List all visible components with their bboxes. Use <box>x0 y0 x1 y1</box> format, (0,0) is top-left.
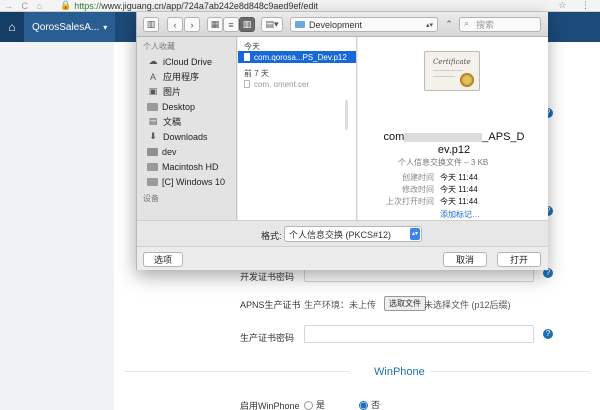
lock-icon: 🔒 <box>60 0 72 10</box>
back-icon[interactable]: ‹ <box>167 17 183 32</box>
disk-icon <box>147 177 158 186</box>
browser-url-bar: → C ⌂ 🔒 https://www.jiguang.cn/app/724a7… <box>0 0 600 12</box>
file-list-column: 今天 com.qorosa...PS_Dev.p12 前 7 天 com. om… <box>238 37 357 220</box>
prod-cert-password-input[interactable] <box>304 325 534 343</box>
sidebar-item-icloud[interactable]: ☁ iCloud Drive <box>137 54 236 69</box>
sidebar-item-dev[interactable]: dev <box>137 144 236 159</box>
search-field[interactable]: ⌕ 搜索 <box>459 17 541 32</box>
sidebar-item-desktop[interactable]: Desktop <box>137 99 236 114</box>
home-icon[interactable]: ⌂ <box>0 12 24 42</box>
file-preview: Certificate com _APS_D ev.p12 个人信息交换文件 – … <box>358 37 548 220</box>
sidebar-item-downloads[interactable]: ⬇ Downloads <box>137 129 236 144</box>
forward-icon[interactable]: › <box>184 17 200 32</box>
format-bar: 格式: 个人信息交换 (PKCS#12) ▴▾ <box>137 220 548 246</box>
open-button[interactable]: 打开 <box>497 252 541 267</box>
chevron-updown-icon: ▴▾ <box>410 228 420 240</box>
week-header: 前 7 天 <box>244 69 269 78</box>
radio-no[interactable]: 否 <box>359 398 380 410</box>
radio-off-icon <box>304 401 313 410</box>
browser-nav-buttons[interactable]: → C ⌂ <box>0 1 60 11</box>
prod-cert-password-label: 生产证书密码 <box>240 333 295 343</box>
dialog-toolbar: ▥ ‹ › ▦ ≡ ▥ ▤▾ Development ▴▾ ⌃ ⌕ 搜索 <box>137 12 548 37</box>
file-icon <box>244 53 250 61</box>
today-header: 今天 <box>244 42 260 51</box>
sidebar-item-macintosh-hd[interactable]: Macintosh HD <box>137 159 236 174</box>
sidebar-item-windows[interactable]: [C] Windows 10 <box>137 174 236 189</box>
chevron-updown-icon: ▴▾ <box>425 21 433 29</box>
list-view-icon[interactable]: ≡ <box>223 17 239 32</box>
url-text[interactable]: https://www.jiguang.cn/app/724a7ab242e8d… <box>74 1 318 11</box>
search-icon: ⌕ <box>464 18 470 28</box>
sidebar-toggle-icon[interactable]: ▥ <box>143 17 159 32</box>
prod-cert-label: APNS生产证书 <box>240 300 301 310</box>
folder-icon <box>147 147 158 156</box>
sidebar-item-pictures[interactable]: ▣ 图片 <box>137 84 236 99</box>
help-icon[interactable]: ? <box>543 329 553 339</box>
certificate-icon: Certificate <box>424 51 480 91</box>
sidebar-item-applications[interactable]: A 应用程序 <box>137 69 236 84</box>
divider <box>124 371 350 372</box>
opened-row: 上次打开时间 今天 11:44 <box>386 197 478 206</box>
choose-file-button[interactable]: 选取文件 <box>384 296 426 311</box>
column-view-icon[interactable]: ▥ <box>239 17 255 32</box>
preview-filename: com _APS_D ev.p12 <box>383 131 525 156</box>
redaction <box>404 132 483 142</box>
disk-icon <box>147 162 158 171</box>
app-name: QorosSalesA... <box>32 21 100 33</box>
pictures-icon: ▣ <box>148 86 158 96</box>
radio-yes[interactable]: 是 <box>304 398 325 410</box>
applications-icon: A <box>149 71 156 82</box>
arrange-icon[interactable]: ▤▾ <box>261 17 283 32</box>
dev-cert-password-label: 开发证书密码 <box>240 272 295 282</box>
left-rail <box>0 42 114 410</box>
options-button[interactable]: 选项 <box>143 252 183 267</box>
path-popup[interactable]: Development ▴▾ <box>290 17 438 32</box>
radio-on-icon <box>359 401 368 410</box>
expand-icon[interactable]: ⌃ <box>442 17 456 32</box>
scrollbar[interactable] <box>345 100 348 130</box>
chevron-down-icon: ▾ <box>103 22 108 32</box>
file-row-selected[interactable]: com.qorosa...PS_Dev.p12 <box>238 51 356 63</box>
winphone-section-title: WinPhone <box>374 366 425 378</box>
prod-env-status: 生产环境：未上传 <box>304 300 377 310</box>
divider <box>430 371 590 372</box>
downloads-icon: ⬇ <box>149 131 157 141</box>
folder-icon <box>295 21 305 28</box>
browser-actions[interactable]: ☆ ⋮ <box>558 0 596 11</box>
add-tags-link[interactable]: 添加标记… <box>440 209 480 220</box>
preview-kind-size: 个人信息交换文件 – 3 KB <box>398 158 489 167</box>
winphone-enable-label: 启用WinPhone <box>240 401 300 410</box>
cancel-button[interactable]: 取消 <box>443 252 487 267</box>
icon-view-icon[interactable]: ▦ <box>207 17 223 32</box>
format-select[interactable]: 个人信息交换 (PKCS#12) ▴▾ <box>284 226 422 242</box>
dialog-button-bar: 选项 取消 打开 <box>137 246 548 270</box>
devices-header: 设备 <box>143 194 159 203</box>
no-file-text: 未选择文件 (p12后缀) <box>424 300 511 310</box>
modified-row: 修改时间 今天 11:44 <box>402 185 478 194</box>
format-label: 格式: <box>261 231 282 241</box>
app-selector[interactable]: QorosSalesA... ▾ <box>24 12 116 42</box>
created-row: 创建时间 今天 11:44 <box>402 173 478 182</box>
sidebar-item-documents[interactable]: ▤ 文稿 <box>137 114 236 129</box>
file-open-dialog: ▥ ‹ › ▦ ≡ ▥ ▤▾ Development ▴▾ ⌃ ⌕ 搜索 个人收… <box>136 12 548 270</box>
favorites-header: 个人收藏 <box>143 42 175 51</box>
desktop-icon <box>147 102 158 111</box>
dialog-sidebar: 个人收藏 ☁ iCloud Drive A 应用程序 ▣ 图片 Desktop ▤ 文稿… <box>137 37 237 220</box>
file-row[interactable]: com. oment.cer <box>238 78 356 90</box>
documents-icon: ▤ <box>148 116 158 126</box>
cloud-icon: ☁ <box>148 56 158 66</box>
file-icon <box>244 80 250 88</box>
